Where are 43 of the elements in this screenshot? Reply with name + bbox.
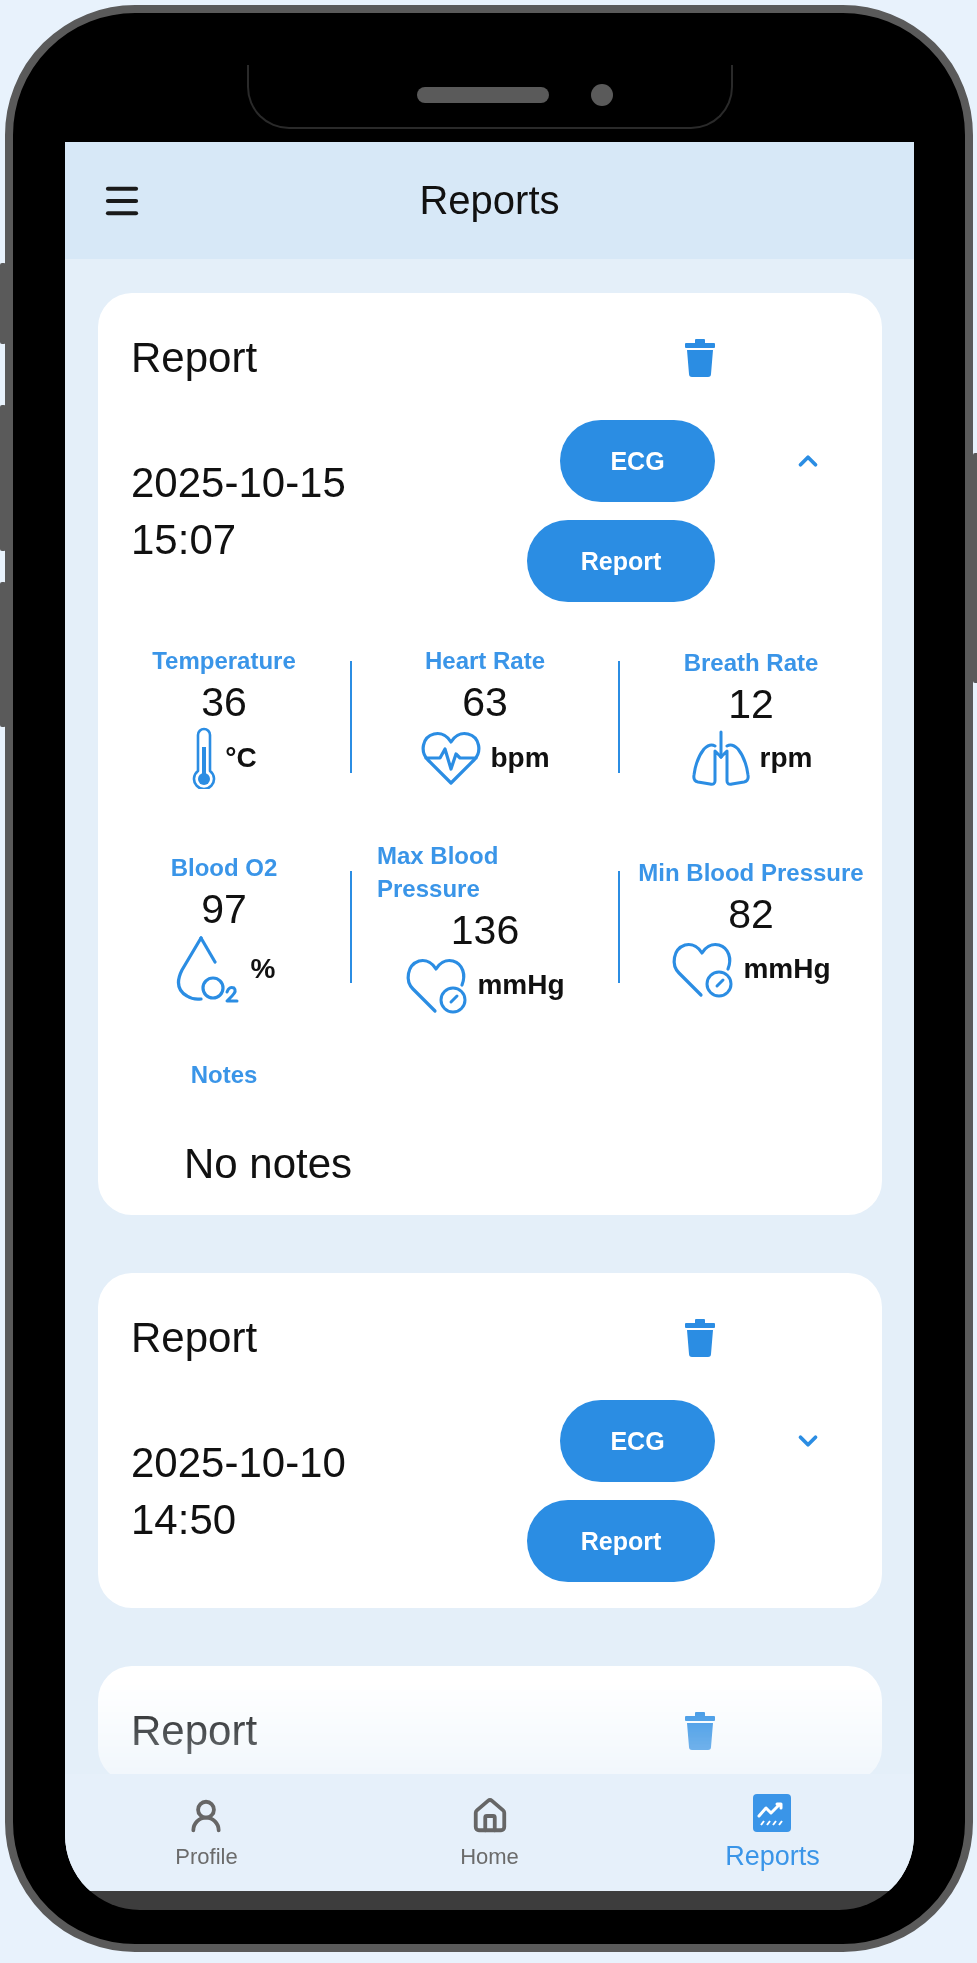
- delete-button[interactable]: [685, 1319, 715, 1357]
- report-title: Report: [131, 333, 259, 383]
- vital-value: 97: [201, 884, 247, 934]
- page-title: Reports: [419, 178, 560, 223]
- nav-tab[interactable]: Home: [460, 1795, 519, 1870]
- report-title: Report: [131, 1313, 259, 1363]
- lungs-icon: [689, 729, 752, 787]
- trash-icon: [685, 1319, 715, 1357]
- unit-label: bpm: [490, 742, 550, 774]
- vital-value: 63: [462, 678, 508, 727]
- unit-label: %: [250, 952, 276, 985]
- notes-text: No notes: [184, 1139, 354, 1189]
- delete-button[interactable]: [685, 339, 715, 377]
- report-datetime: 2025-10-10 14:50: [131, 1438, 347, 1545]
- nav-tab[interactable]: Profile: [175, 1795, 238, 1870]
- nav-tab[interactable]: Reports: [725, 1793, 820, 1872]
- thermometer-icon: [191, 727, 218, 789]
- report-button[interactable]: Report: [527, 520, 715, 602]
- unit-label: mmHg: [477, 969, 565, 1001]
- vital-label: Breath Rate: [683, 648, 819, 678]
- vital-value: 12: [728, 680, 774, 729]
- vital-value: 36: [201, 678, 247, 727]
- trash-icon: [685, 339, 715, 377]
- report-title: Report: [131, 1706, 259, 1756]
- vital-value: 82: [728, 889, 774, 939]
- vital-label: Min Blood Pressure: [638, 857, 864, 888]
- delete-button[interactable]: [685, 1712, 715, 1750]
- unit-label: rpm: [759, 742, 813, 774]
- report-datetime: 2025-10-15 15:07: [131, 458, 347, 565]
- ecg-button[interactable]: ECG: [560, 420, 715, 502]
- vital-label: Heart Rate: [424, 646, 545, 676]
- vital-value: 136: [450, 906, 520, 955]
- report-button[interactable]: Report: [527, 1500, 715, 1582]
- chart-icon: [753, 1794, 792, 1832]
- unit-label: mmHg: [743, 952, 831, 985]
- notes-label: Notes: [189, 1061, 259, 1089]
- vital-label: Blood O2: [170, 852, 278, 883]
- ecg-button[interactable]: ECG: [560, 1400, 715, 1482]
- camera-lens: [591, 84, 613, 106]
- vital-label: Temperature: [152, 646, 296, 676]
- trash-icon: [685, 1712, 715, 1750]
- unit-label: °C: [225, 742, 257, 774]
- vital-label: Max Blood Pressure: [377, 841, 500, 904]
